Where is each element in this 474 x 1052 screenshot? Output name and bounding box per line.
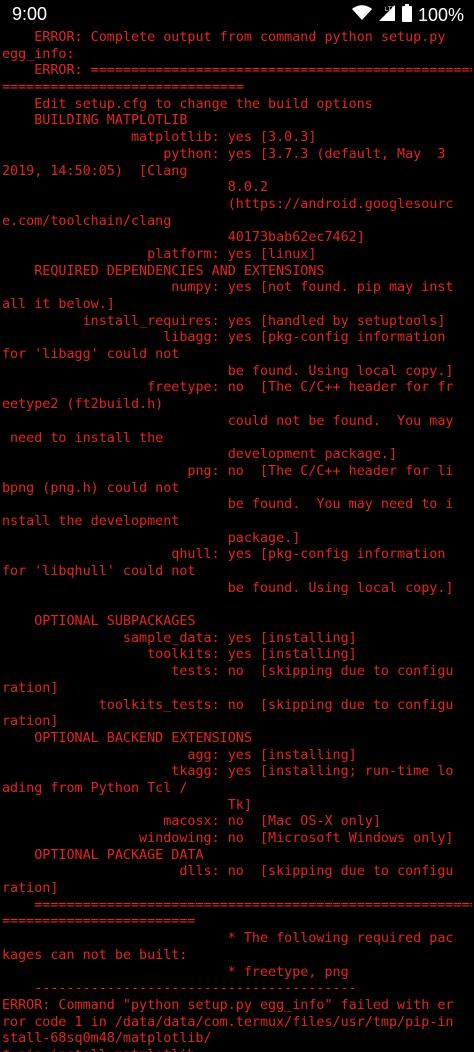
terminal-line: be found. You may need to i — [2, 497, 454, 513]
terminal-line: Tk] — [2, 797, 252, 813]
terminal-line: png: no [The C/C++ header for li — [2, 463, 454, 479]
terminal-line: numpy: yes [not found. pip may inst — [2, 280, 454, 296]
terminal-line: freetype: no [The C/C++ header for fr — [2, 380, 454, 396]
terminal-line: ading from Python Tcl / — [2, 780, 188, 796]
terminal-line: ERROR: Command "python setup.py egg_info… — [2, 997, 454, 1013]
terminal-line: could not be found. You may — [2, 413, 454, 429]
terminal-line: bpng (png.h) could not — [2, 480, 180, 496]
terminal-line: install_requires: yes [handled by setupt… — [2, 313, 446, 329]
terminal-line: ration] — [2, 714, 59, 730]
terminal-line: (https://android.googlesourc — [2, 196, 454, 212]
terminal-line: macosx: no [Mac OS-X only] — [2, 814, 381, 830]
terminal-line: qhull: yes [pkg-config information — [2, 547, 446, 563]
terminal-line: 2019, 14:50:05) [Clang — [2, 163, 188, 179]
terminal-line: need to install the — [2, 430, 164, 446]
terminal-line: agg: yes [installing] — [2, 747, 357, 763]
terminal-line: ======================== — [2, 914, 196, 930]
status-time: 9:00 — [12, 4, 48, 24]
terminal-line: OPTIONAL SUBPACKAGES — [2, 614, 196, 630]
terminal-line: eetype2 (ft2build.h) — [2, 397, 164, 413]
wifi-icon — [351, 5, 372, 26]
terminal-line: matplotlib: yes [3.0.3] — [2, 130, 317, 146]
terminal-line: nstall the development — [2, 513, 180, 529]
terminal-line: tkagg: yes [installing; run-time lo — [2, 764, 454, 780]
terminal-line: ---------------------------------------- — [2, 981, 357, 997]
terminal-line: development package.] — [2, 447, 398, 463]
network-type-label: LTE — [385, 7, 396, 13]
signal-icon: LTE — [378, 4, 396, 27]
terminal-line: Edit setup.cfg to change the build optio… — [2, 96, 373, 112]
terminal-line: e.com/toolchain/clang — [2, 213, 172, 229]
terminal-line: 8.0.2 — [2, 180, 269, 196]
terminal-line: REQUIRED DEPENDENCIES AND EXTENSIONS — [2, 263, 325, 279]
terminal-line: OPTIONAL PACKAGE DATA — [2, 847, 204, 863]
terminal-line: ERROR: Complete output from command pyth… — [2, 30, 446, 45]
terminal-line: be found. Using local copy.] — [2, 580, 454, 596]
terminal-line: for 'libqhull' could not — [2, 564, 196, 579]
terminal-line: ========================================… — [2, 897, 472, 913]
terminal-line: toolkits_tests: no [skipping due to conf… — [2, 697, 454, 713]
terminal-line: for 'libagg' could not — [2, 347, 180, 363]
status-bar: 9:00 LTE 100% — [0, 0, 474, 30]
terminal-line: toolkits: yes [installing] — [2, 647, 357, 663]
terminal-line: * The following required pac — [2, 931, 454, 947]
terminal-line: 40173bab62ec7462] — [2, 230, 365, 246]
terminal-line: OPTIONAL BACKEND EXTENSIONS — [2, 730, 252, 746]
terminal-line: egg_info: — [2, 46, 75, 62]
battery-icon — [401, 4, 412, 27]
terminal-line: kages can not be built: — [2, 947, 188, 963]
status-icons: LTE 100% — [351, 4, 464, 27]
terminal-line: $ pip install matplotlib — [2, 1048, 472, 1052]
terminal-line: package.] — [2, 530, 301, 546]
terminal-line: libagg: yes [pkg-config information — [2, 330, 446, 346]
terminal-line: * freetype, png — [2, 964, 349, 980]
terminal-line: all it below.] — [2, 297, 115, 312]
terminal-line: sample_data: yes [installing] — [2, 630, 357, 646]
terminal-output[interactable]: ERROR: Complete output from command pyth… — [2, 30, 472, 1052]
terminal-line: platform: yes [linux] — [2, 246, 317, 262]
terminal-line: ration] — [2, 680, 59, 696]
terminal-line: ============================== — [2, 80, 244, 96]
terminal-line: ror code 1 in /data/data/com.termux/file… — [2, 1014, 454, 1030]
terminal-line: tests: no [skipping due to configu — [2, 664, 454, 680]
battery-percent: 100% — [417, 5, 464, 25]
terminal-line: BUILDING MATPLOTLIB — [2, 113, 188, 129]
terminal-line: ERROR: =================================… — [34, 63, 472, 79]
terminal-line: windowing: no [Microsoft Windows only] — [2, 831, 454, 846]
terminal-line: dlls: no [skipping due to configu — [2, 864, 454, 880]
terminal-line: ration] — [2, 881, 59, 897]
terminal-line: python: yes [3.7.3 (default, May 3 — [2, 146, 446, 162]
terminal-line: be found. Using local copy.] — [2, 363, 454, 379]
terminal-line: stall-68sq0m48/matplotlib/ — [2, 1031, 212, 1047]
